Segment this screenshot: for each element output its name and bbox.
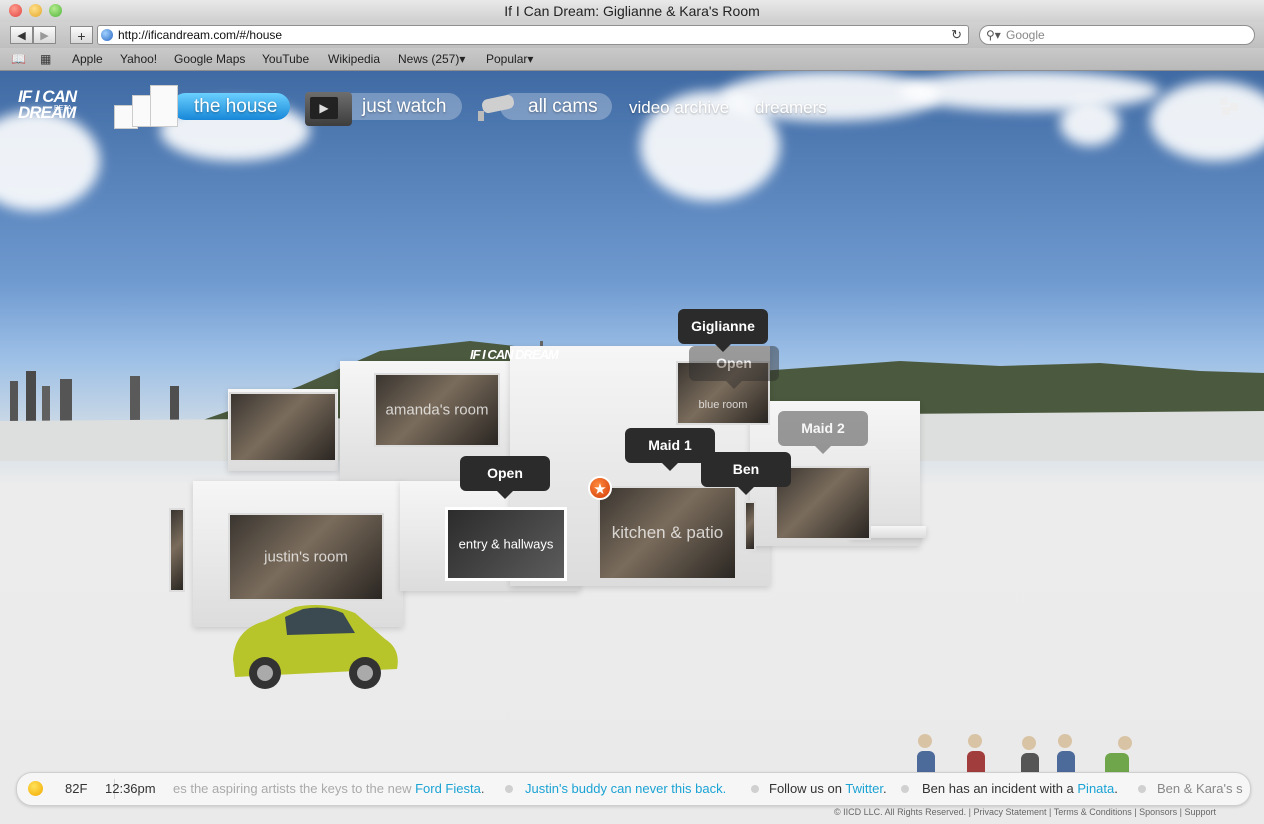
window-title: If I Can Dream: Giglianne & Kara's Room: [504, 3, 760, 19]
nav-just-watch-label: just watch: [362, 96, 447, 117]
bubble-open-entry[interactable]: Open: [460, 456, 550, 499]
ticker-separator: [751, 785, 759, 793]
back-button[interactable]: ◀: [10, 26, 33, 44]
nav-video-archive[interactable]: video archive: [629, 97, 729, 119]
cloud: [0, 111, 100, 211]
cloud: [1060, 101, 1120, 146]
room-label: kitchen & patio: [611, 523, 724, 542]
bookmarks-bar: 📖 ▦ Apple Yahoo! Google Maps YouTube Wik…: [0, 48, 1264, 71]
search-placeholder: Google: [1006, 28, 1045, 42]
nav-all-cams-label: all cams: [528, 96, 598, 117]
ticker-item-5: Ben & Kara's s: [1157, 781, 1243, 796]
forward-button[interactable]: ▶: [33, 26, 56, 44]
beta-label: BETA: [54, 105, 72, 112]
bookmark-youtube[interactable]: YouTube: [262, 48, 309, 70]
room-camera-edge[interactable]: [744, 501, 756, 551]
bookmark-google-maps[interactable]: Google Maps: [174, 48, 245, 70]
grid-icon[interactable]: ▦: [40, 52, 51, 66]
star-icon[interactable]: ★: [588, 476, 612, 500]
add-bookmark-button[interactable]: +: [70, 26, 93, 44]
room-kitchen-patio[interactable]: kitchen & patio: [598, 486, 737, 580]
room-entry-hallways[interactable]: entry & hallways: [445, 507, 567, 581]
close-window-button[interactable]: [9, 4, 22, 17]
temperature: 82F: [65, 781, 88, 796]
room-label: blue room: [698, 399, 748, 411]
zoom-window-button[interactable]: [49, 4, 62, 17]
weather-sun-icon: [28, 781, 43, 796]
house-sign: IF I CAN DREAM: [470, 347, 559, 362]
globe-icon: [101, 29, 113, 41]
bubble-maid-2[interactable]: Maid 2: [778, 411, 868, 454]
nav-dreamers[interactable]: dreamers: [755, 97, 827, 119]
bookmark-apple[interactable]: Apple: [72, 48, 103, 70]
bubble-ben[interactable]: Ben: [701, 452, 791, 495]
house-icon: [112, 85, 182, 129]
ticker-item-4: Ben has an incident with a Pinata.: [922, 781, 1118, 796]
bubble-open-top[interactable]: Open: [689, 346, 779, 389]
book-icon[interactable]: 📖: [11, 52, 26, 66]
status-ticker: 82F 12:36pm es the aspiring artists the …: [16, 772, 1251, 806]
ticker-item-2-link[interactable]: Justin's buddy can never this back.: [525, 773, 726, 805]
ticker-item-3: Follow us on Twitter.: [769, 781, 887, 796]
room-camera-left[interactable]: [229, 392, 337, 462]
room-label: entry & hallways: [458, 536, 554, 552]
room-amandas-room[interactable]: amanda's room: [374, 373, 500, 447]
ford-fiesta-car[interactable]: [225, 599, 403, 699]
cloud: [1150, 81, 1264, 161]
nav-the-house-label: the house: [194, 96, 278, 117]
bubble-giglianne[interactable]: Giglianne: [678, 309, 768, 352]
footer-links[interactable]: © IICD LLC. All Rights Reserved. | Priva…: [834, 807, 1216, 817]
ticker-separator: [505, 785, 513, 793]
ticker-separator: [1138, 785, 1146, 793]
fullscreen-icon[interactable]: [1220, 97, 1242, 117]
bookmark-wikipedia[interactable]: Wikipedia: [328, 48, 380, 70]
room-label: amanda's room: [385, 401, 489, 419]
cloud: [900, 71, 1160, 111]
ticker-separator: [901, 785, 909, 793]
window-titlebar: If I Can Dream: Giglianne & Kara's Room: [0, 0, 1264, 22]
bookmark-news[interactable]: News (257)▾: [398, 48, 465, 70]
bookmark-popular[interactable]: Popular▾: [486, 48, 533, 70]
room-justins-room[interactable]: justin's room: [228, 513, 384, 601]
ticker-time: 12:36pm: [105, 781, 156, 796]
search-input[interactable]: ⚲▾ Google: [979, 25, 1255, 45]
address-text: http://ificandream.com/#/house: [118, 28, 283, 42]
bookmark-yahoo[interactable]: Yahoo!: [120, 48, 157, 70]
security-camera-icon: [478, 94, 514, 121]
ticker-item-1: es the aspiring artists the keys to the …: [173, 781, 485, 796]
minimize-window-button[interactable]: [29, 4, 42, 17]
reload-icon[interactable]: ↻: [951, 26, 962, 44]
twitter-link[interactable]: Twitter: [845, 781, 883, 796]
room-label: justin's room: [264, 548, 348, 566]
address-bar[interactable]: http://ificandream.com/#/house ↻: [97, 25, 969, 45]
ford-fiesta-link[interactable]: Ford Fiesta: [415, 781, 481, 796]
tv-icon: ▶: [305, 92, 352, 126]
browser-toolbar: ◀ ▶ + http://ificandream.com/#/house ↻ ⚲…: [0, 22, 1264, 48]
nav-the-house[interactable]: the house: [112, 85, 290, 129]
page-content: IF I CAN DREAM BETA the house ▶ just wat…: [0, 71, 1264, 824]
room-camera-small[interactable]: [169, 508, 185, 592]
search-icon: ⚲▾: [986, 28, 1001, 42]
pinata-link[interactable]: Pinata: [1077, 781, 1114, 796]
